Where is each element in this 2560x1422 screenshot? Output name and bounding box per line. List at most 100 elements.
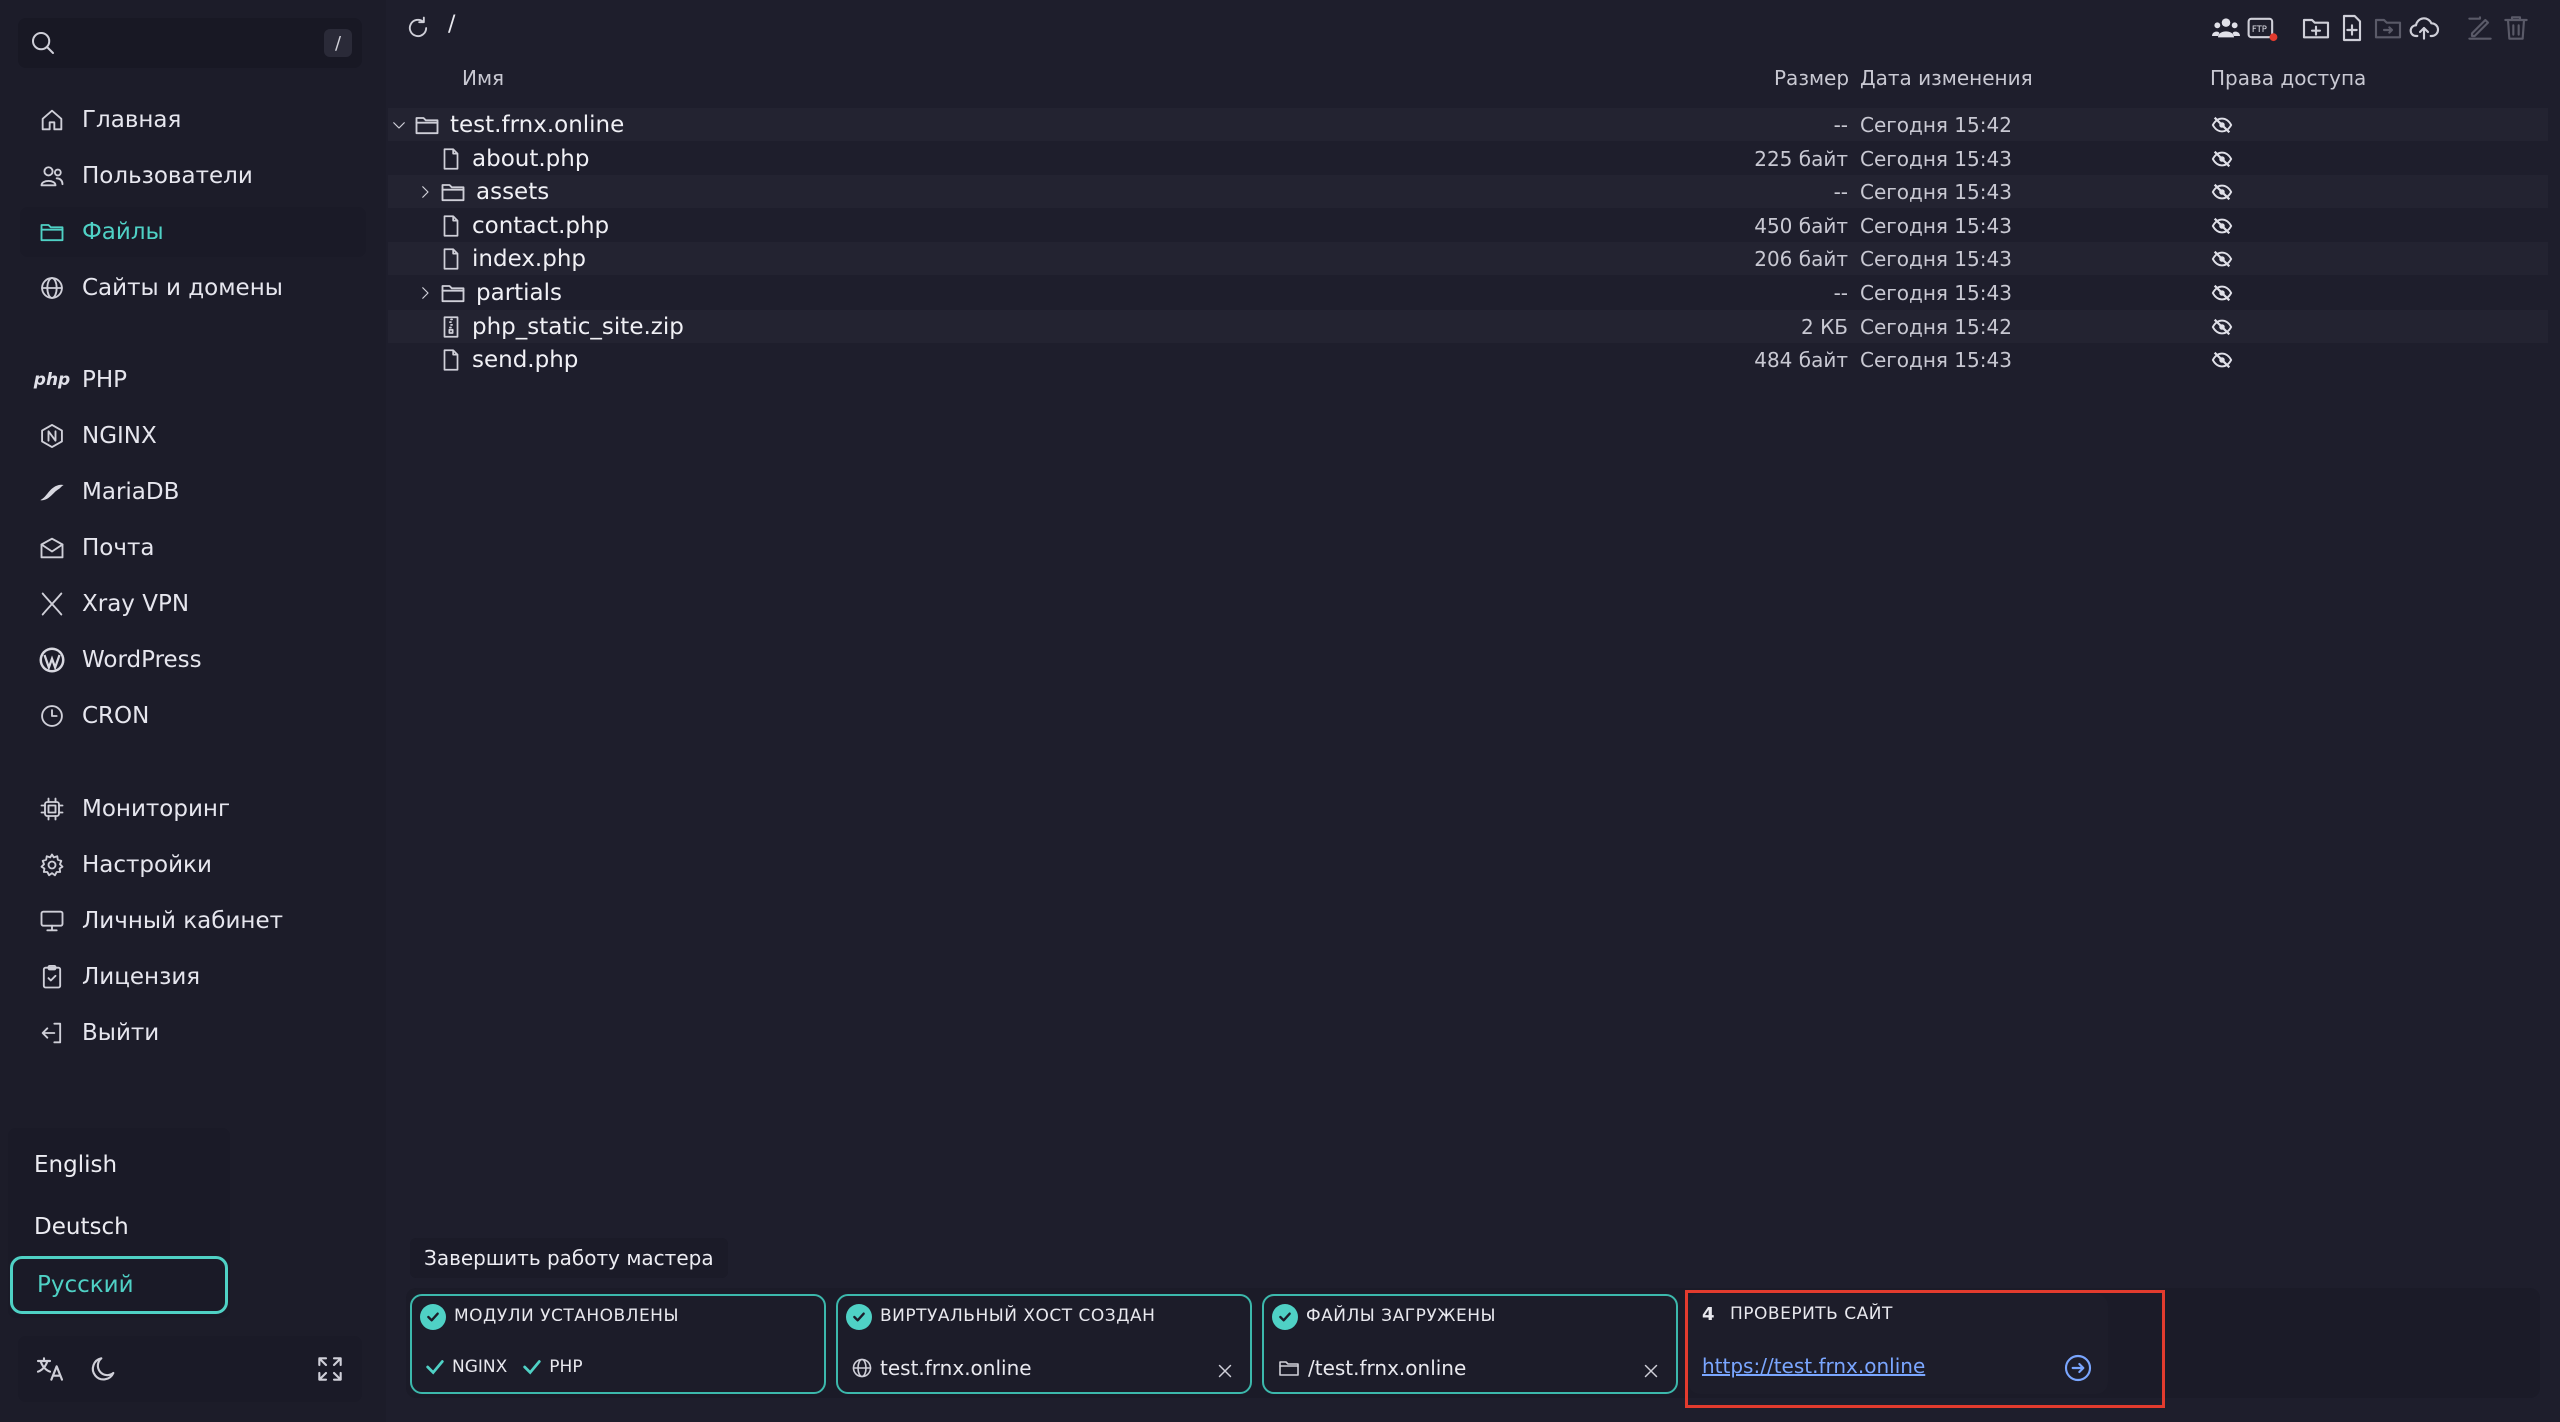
folder-icon <box>1276 1356 1302 1380</box>
sidebar-item-users[interactable]: Пользователи <box>20 151 366 201</box>
table-row[interactable]: contact.php 450 байт Сегодня 15:43 <box>388 209 2548 242</box>
table-row[interactable]: assets -- Сегодня 15:43 <box>388 175 2548 209</box>
file-size: -- <box>1833 281 1848 305</box>
eye-off-icon[interactable] <box>2210 349 2234 371</box>
wizard-step-title: ВИРТУАЛЬНЫЙ ХОСТ СОЗДАН <box>880 1306 1156 1326</box>
wizard-step-title: МОДУЛИ УСТАНОВЛЕНЫ <box>454 1306 679 1326</box>
eye-off-icon[interactable] <box>2210 215 2234 237</box>
language-option-deutsch[interactable]: Deutsch <box>10 1198 228 1256</box>
file-size: 206 байт <box>1754 247 1848 272</box>
sidebar-item-wordpress[interactable]: WordPress <box>20 635 366 685</box>
sidebar-item-label: Пользователи <box>82 163 253 189</box>
file-size: 225 байт <box>1754 146 1848 171</box>
file-size: -- <box>1833 180 1848 205</box>
eye-off-icon[interactable] <box>2210 282 2234 304</box>
vhost-value: test.frnx.online <box>850 1356 1032 1380</box>
sidebar-item-mariadb[interactable]: MariaDB <box>20 467 366 517</box>
translate-icon[interactable] <box>34 1353 66 1385</box>
ftp-icon[interactable]: FTP <box>2246 12 2278 44</box>
globe-icon <box>850 1356 874 1380</box>
settings-icon <box>36 849 68 881</box>
close-icon[interactable] <box>1214 1360 1236 1382</box>
sidebar-item-label: MariaDB <box>82 479 180 505</box>
edit-icon[interactable] <box>2464 12 2496 44</box>
check-icon <box>521 1356 543 1378</box>
eye-off-icon[interactable] <box>2210 114 2234 136</box>
wordpress-icon <box>36 644 68 676</box>
moon-icon[interactable] <box>88 1353 120 1385</box>
refresh-icon[interactable] <box>404 14 432 42</box>
close-icon[interactable] <box>1640 1360 1662 1382</box>
file-date: Сегодня 15:43 <box>1860 213 2012 238</box>
xray-icon <box>36 588 68 620</box>
new-folder-icon[interactable] <box>2300 12 2332 44</box>
sidebar: / Главная Пользователи Файлы Сайты и дом… <box>0 0 386 1422</box>
table-row[interactable]: php_static_site.zip 2 КБ Сегодня 15:42 <box>388 309 2548 343</box>
mariadb-icon <box>36 476 68 508</box>
sidebar-item-settings[interactable]: Настройки <box>20 840 366 890</box>
sidebar-item-license[interactable]: Лицензия <box>20 952 366 1002</box>
sidebar-item-sites[interactable]: Сайты и домены <box>20 263 366 313</box>
finish-wizard-button[interactable]: Завершить работу мастера <box>410 1238 728 1278</box>
table-row[interactable]: test.frnx.online -- Сегодня 15:42 <box>388 108 2548 141</box>
eye-off-icon[interactable] <box>2210 316 2234 338</box>
move-folder-icon[interactable] <box>2372 12 2404 44</box>
upload-icon[interactable] <box>2408 12 2440 44</box>
mail-icon <box>36 532 68 564</box>
clock-icon <box>36 700 68 732</box>
sidebar-item-cron[interactable]: CRON <box>20 691 366 741</box>
table-row[interactable]: about.php 225 байт Сегодня 15:43 <box>388 142 2548 175</box>
sidebar-item-mail[interactable]: Почта <box>20 523 366 573</box>
folder-icon <box>36 216 68 248</box>
sidebar-item-label: Настройки <box>82 852 212 878</box>
file-size: 2 КБ <box>1800 314 1848 339</box>
sidebar-item-xray[interactable]: Xray VPN <box>20 579 366 629</box>
owners-icon[interactable] <box>2210 12 2242 44</box>
logout-icon <box>36 1017 68 1049</box>
sidebar-item-php[interactable]: php PHP <box>20 355 366 405</box>
new-file-icon[interactable] <box>2336 12 2368 44</box>
eye-off-icon[interactable] <box>2210 248 2234 270</box>
sidebar-item-account[interactable]: Личный кабинет <box>20 896 366 946</box>
license-icon <box>36 961 68 993</box>
module-php: PHP <box>549 1357 583 1377</box>
sidebar-item-logout[interactable]: Выйти <box>20 1008 366 1058</box>
check-icon <box>424 1356 446 1378</box>
sidebar-item-label: WordPress <box>82 647 202 673</box>
column-header-size[interactable]: Размер <box>1774 66 1849 90</box>
users-icon <box>36 160 68 192</box>
file-size: -- <box>1833 113 1848 137</box>
highlight-box <box>1685 1290 2165 1408</box>
sidebar-item-label: Лицензия <box>82 964 201 990</box>
home-icon <box>36 104 68 136</box>
sidebar-item-nginx[interactable]: NGINX <box>20 411 366 461</box>
eye-off-icon[interactable] <box>2210 148 2234 170</box>
table-row[interactable]: index.php 206 байт Сегодня 15:43 <box>388 242 2548 276</box>
module-nginx: NGINX <box>452 1357 508 1377</box>
search-icon <box>28 28 58 58</box>
table-row[interactable]: send.php 484 байт Сегодня 15:43 <box>388 343 2548 376</box>
file-date: Сегодня 15:43 <box>1860 281 2012 305</box>
trash-icon[interactable] <box>2500 12 2532 44</box>
column-header-name[interactable]: Имя <box>462 66 504 90</box>
language-option-russian[interactable]: Русский <box>10 1256 228 1314</box>
sidebar-item-home[interactable]: Главная <box>20 95 366 145</box>
table-row[interactable]: partials -- Сегодня 15:43 <box>388 276 2548 309</box>
language-option-english[interactable]: English <box>10 1136 228 1194</box>
sidebar-item-label: Личный кабинет <box>82 908 283 934</box>
file-date: Сегодня 15:42 <box>1860 113 2012 137</box>
column-header-permissions[interactable]: Права доступа <box>2210 66 2366 90</box>
sidebar-footer <box>18 1336 362 1402</box>
fullscreen-icon[interactable] <box>314 1353 346 1385</box>
sidebar-item-label: Выйти <box>82 1020 160 1046</box>
sidebar-item-monitoring[interactable]: Мониторинг <box>20 784 366 834</box>
wizard-step-vhost: ВИРТУАЛЬНЫЙ ХОСТ СОЗДАН test.frnx.online <box>836 1294 1252 1394</box>
search-input[interactable]: / <box>18 18 362 68</box>
sidebar-item-files[interactable]: Файлы <box>20 207 366 257</box>
column-header-date[interactable]: Дата изменения <box>1860 66 2033 90</box>
sidebar-item-label: Почта <box>82 535 155 561</box>
file-date: Сегодня 15:43 <box>1860 247 2012 272</box>
eye-off-icon[interactable] <box>2210 181 2234 203</box>
sidebar-divider <box>20 333 366 334</box>
file-date: Сегодня 15:42 <box>1860 314 2012 339</box>
